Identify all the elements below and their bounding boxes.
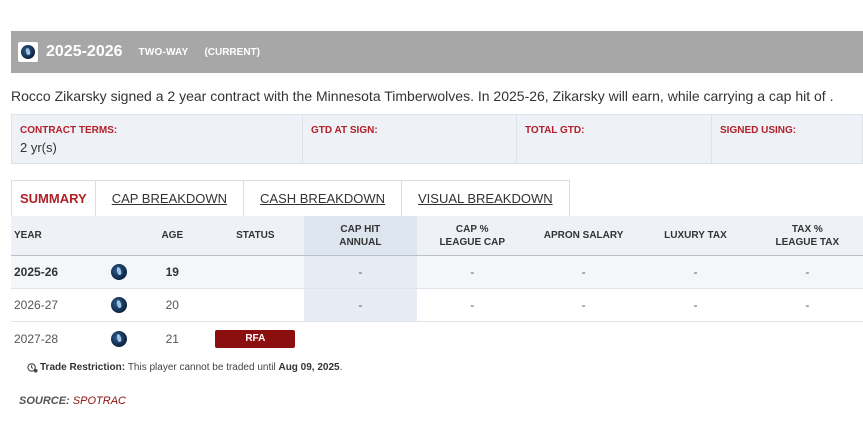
timberwolves-logo-icon (110, 297, 127, 313)
tab-cash-breakdown[interactable]: CASH BREAKDOWN (244, 181, 402, 216)
timberwolves-logo-icon (110, 330, 127, 347)
row-tax-pct: - (805, 298, 810, 312)
header-tax-pct: TAX % LEAGUE TAX (752, 216, 863, 255)
row-luxury: - (693, 298, 698, 312)
row-tax-pct: - (805, 265, 810, 279)
row-cap-pct: - (470, 298, 475, 312)
source-credit: SOURCE: SPOTRAC (19, 395, 126, 407)
header-cap-hit-line2: ANNUAL (339, 236, 382, 248)
row-team-logo (99, 256, 138, 288)
row-year: 2025-26 (14, 265, 59, 279)
term-label: CONTRACT TERMS: (20, 125, 118, 136)
row-cap-hit: - (304, 289, 417, 321)
row-apron: - (581, 265, 586, 279)
header-status: STATUS (236, 230, 275, 241)
term-contract-terms: CONTRACT TERMS: 2 yr(s) (12, 115, 303, 163)
row-apron (528, 322, 639, 355)
row-status (206, 289, 304, 321)
contract-table: YEAR AGE STATUS CAP HIT ANNUAL CAP % LEAGU… (11, 216, 863, 355)
header-cap-hit: CAP HIT ANNUAL (304, 216, 417, 255)
season-header: 2025-2026 TWO-WAY (CURRENT) (11, 31, 863, 73)
tab-visual-breakdown[interactable]: VISUAL BREAKDOWN (402, 181, 569, 216)
row-age: 19 (165, 265, 179, 279)
header-logo (99, 216, 138, 255)
term-label: GTD AT SIGN: (311, 125, 378, 136)
row-team-logo (99, 289, 138, 321)
timberwolves-logo-icon (21, 45, 35, 59)
contract-tabs: SUMMARY CAP BREAKDOWN CASH BREAKDOWN VIS… (11, 180, 570, 216)
row-luxury (639, 322, 751, 355)
header-tax-pct-line1: TAX % (791, 223, 823, 235)
timberwolves-logo-icon (110, 264, 127, 280)
header-apron: APRON SALARY (543, 230, 624, 241)
header-cap-pct-line2: LEAGUE CAP (439, 236, 505, 248)
contract-type: TWO-WAY (138, 46, 189, 58)
row-apron: - (581, 298, 586, 312)
term-label: SIGNED USING: (720, 125, 797, 136)
trade-restriction-icon (27, 363, 38, 373)
trade-restriction-note: Trade Restriction: This player cannot be… (27, 362, 342, 373)
row-cap-hit (304, 322, 416, 355)
tab-summary[interactable]: SUMMARY (12, 181, 96, 216)
trade-restriction-label: Trade Restriction: (40, 362, 126, 373)
row-year: 2027-28 (14, 331, 59, 346)
header-cap-hit-line1: CAP HIT (340, 223, 381, 235)
row-cap-pct (417, 322, 528, 355)
row-tax-pct (752, 322, 863, 355)
header-cap-pct-line1: CAP % (455, 223, 489, 235)
term-label: TOTAL GTD: (525, 125, 585, 136)
table-row: 2025-26 19 - - - - - (11, 256, 863, 289)
tab-cap-breakdown[interactable]: CAP BREAKDOWN (95, 181, 245, 216)
team-logo-container (18, 42, 38, 62)
table-row: 2027-28 21 RFA (11, 322, 863, 355)
row-cap-pct: - (470, 265, 475, 279)
row-age: 21 (165, 331, 179, 346)
rfa-badge: RFA (215, 329, 296, 348)
header-age: AGE (161, 230, 184, 241)
trade-restriction-date: Aug 09, 2025 (278, 362, 340, 373)
term-gtd-at-sign: GTD AT SIGN: (303, 115, 517, 163)
contract-summary: Rocco Zikarsky signed a 2 year contract … (11, 88, 834, 104)
header-luxury: LUXURY TAX (664, 230, 727, 241)
row-status (206, 256, 304, 288)
term-total-gtd: TOTAL GTD: (517, 115, 712, 163)
source-link[interactable]: SPOTRAC (73, 395, 126, 407)
term-value: 2 yr(s) (20, 140, 57, 155)
row-luxury: - (693, 265, 698, 279)
source-label: SOURCE: (19, 395, 70, 407)
row-cap-hit: - (304, 256, 417, 288)
trade-restriction-end: . (339, 362, 343, 373)
table-header-row: YEAR AGE STATUS CAP HIT ANNUAL CAP % LEAGU… (11, 216, 863, 256)
trade-restriction-text: This player cannot be traded until (127, 362, 276, 373)
header-tax-pct-line2: LEAGUE TAX (775, 236, 840, 248)
header-cap-pct: CAP % LEAGUE CAP (417, 216, 528, 255)
term-signed-using: SIGNED USING: (712, 115, 862, 163)
table-row: 2026-27 20 - - - - - (11, 289, 863, 322)
row-age: 20 (165, 298, 179, 312)
row-status: RFA (206, 322, 304, 355)
row-team-logo (99, 322, 138, 355)
header-year: YEAR (14, 230, 42, 241)
season-title: 2025-2026 (46, 43, 123, 60)
contract-status: (CURRENT) (204, 46, 260, 58)
contract-terms-row: CONTRACT TERMS: 2 yr(s) GTD AT SIGN: TOT… (11, 114, 863, 164)
row-year: 2026-27 (14, 298, 59, 312)
